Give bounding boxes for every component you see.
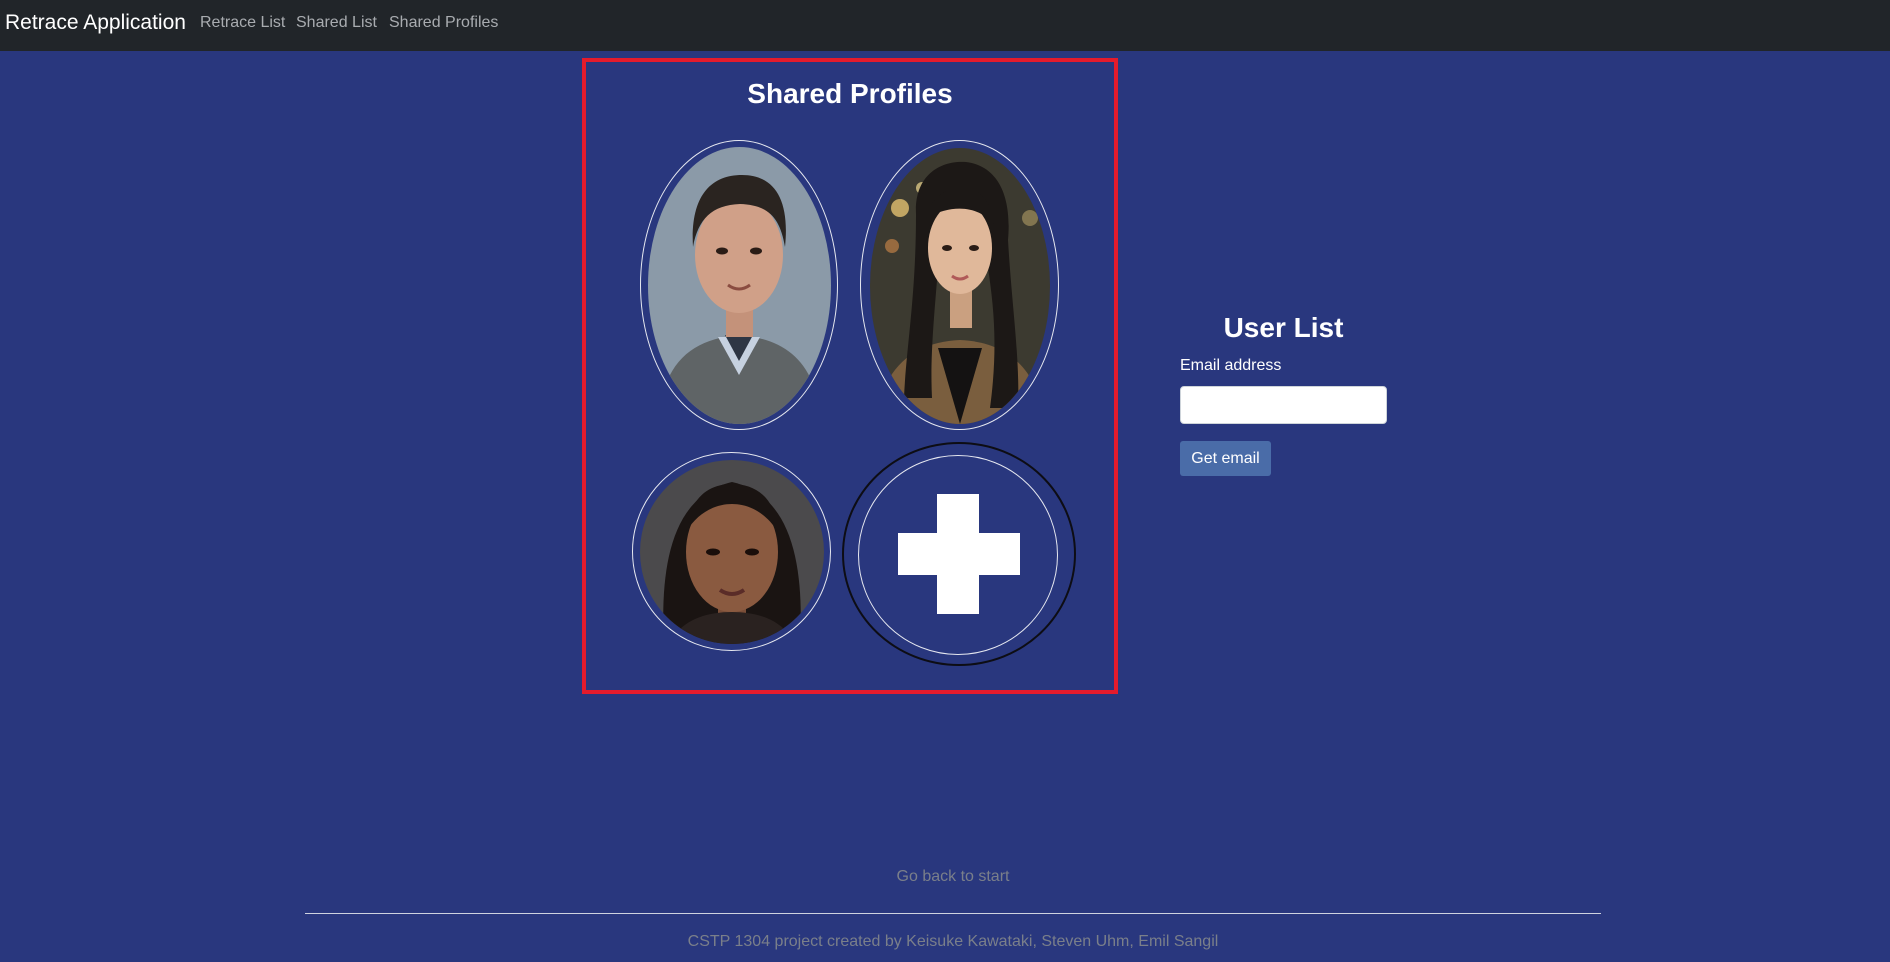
nav-link-shared-profiles[interactable]: Shared Profiles	[389, 14, 498, 32]
nav-link-retrace-list[interactable]: Retrace List	[200, 14, 285, 32]
user-list-title: User List	[1223, 312, 1344, 343]
profile-avatar-3[interactable]	[632, 452, 831, 651]
shared-profiles-title: Shared Profiles	[747, 78, 953, 109]
email-address-label: Email address	[1180, 357, 1282, 374]
footer-divider	[305, 913, 1601, 914]
profile-avatar-2[interactable]	[860, 140, 1059, 430]
email-input[interactable]	[1180, 386, 1387, 424]
navbar-brand[interactable]: Retrace Application	[5, 11, 186, 35]
footer-credits: CSTP 1304 project created by Keisuke Kaw…	[687, 933, 1219, 950]
profile-avatar-1[interactable]	[640, 140, 838, 430]
nav-link-shared-list[interactable]: Shared List	[296, 14, 377, 32]
profile-photo-woman-long-hair	[870, 148, 1050, 424]
profile-photo-man	[648, 147, 831, 424]
plus-icon-horizontal-bar	[898, 533, 1020, 575]
top-navbar: Retrace Application Retrace List Shared …	[0, 0, 1890, 51]
get-email-button[interactable]: Get email	[1180, 441, 1271, 476]
go-back-to-start-link[interactable]: Go back to start	[0, 868, 1890, 886]
profile-photo-woman-dark-hair	[640, 460, 824, 644]
